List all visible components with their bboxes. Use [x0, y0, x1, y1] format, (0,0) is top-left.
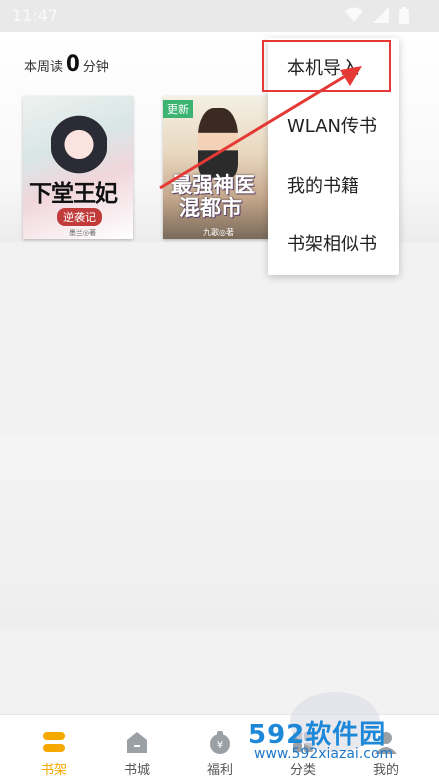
gift-icon: ¥: [210, 731, 230, 754]
tab-store[interactable]: 书城: [93, 715, 181, 781]
status-bar: 11:47: [0, 0, 439, 32]
svg-text:¥: ¥: [217, 740, 223, 751]
signal-icon: [373, 7, 389, 23]
reading-minutes: 0: [66, 52, 80, 77]
tab-label: 书城: [123, 763, 150, 778]
bookshelf-icon: [43, 732, 65, 752]
battery-icon: [399, 7, 409, 24]
book-cover-2[interactable]: 更新 最强神医 混都市 九歌◎著: [163, 96, 273, 239]
status-time: 11:47: [12, 6, 59, 25]
weekly-reading-stats: 本周读 0 分钟: [24, 52, 109, 77]
menu-item-similar-books[interactable]: 书架相似书: [268, 216, 399, 274]
menu-item-my-books[interactable]: 我的书籍: [268, 158, 399, 216]
book-author: 墨兰◎著: [69, 229, 97, 237]
status-icons: [345, 7, 409, 24]
book-title-line1: 最强神医: [171, 173, 255, 197]
book-title-line2: 混都市: [179, 196, 242, 220]
book-title: 最强神医 混都市: [171, 174, 255, 220]
book-cover-1[interactable]: 下堂王妃 逆袭记 墨兰◎著: [23, 96, 133, 239]
wifi-icon: [345, 7, 363, 22]
tab-label: 书架: [40, 763, 67, 778]
cover-illustration: [198, 108, 238, 178]
content-band: [0, 436, 439, 631]
book-subtitle: 逆袭记: [57, 208, 102, 226]
book-title: 下堂王妃: [29, 180, 118, 207]
store-icon: [127, 732, 147, 753]
reading-suffix: 分钟: [82, 60, 109, 75]
cover-illustration: [51, 106, 107, 176]
menu-item-wlan-transfer[interactable]: WLAN传书: [268, 98, 399, 156]
book-author: 九歌◎著: [203, 228, 234, 237]
highlight-annotation-box: [262, 40, 391, 92]
tab-bookshelf[interactable]: 书架: [10, 715, 98, 781]
reading-prefix: 本周读: [24, 60, 64, 75]
site-watermark: 592软件园 www.592xiazai.com: [240, 692, 439, 780]
update-badge: 更新: [163, 100, 193, 118]
watermark-url: www.592xiazai.com: [254, 746, 394, 762]
